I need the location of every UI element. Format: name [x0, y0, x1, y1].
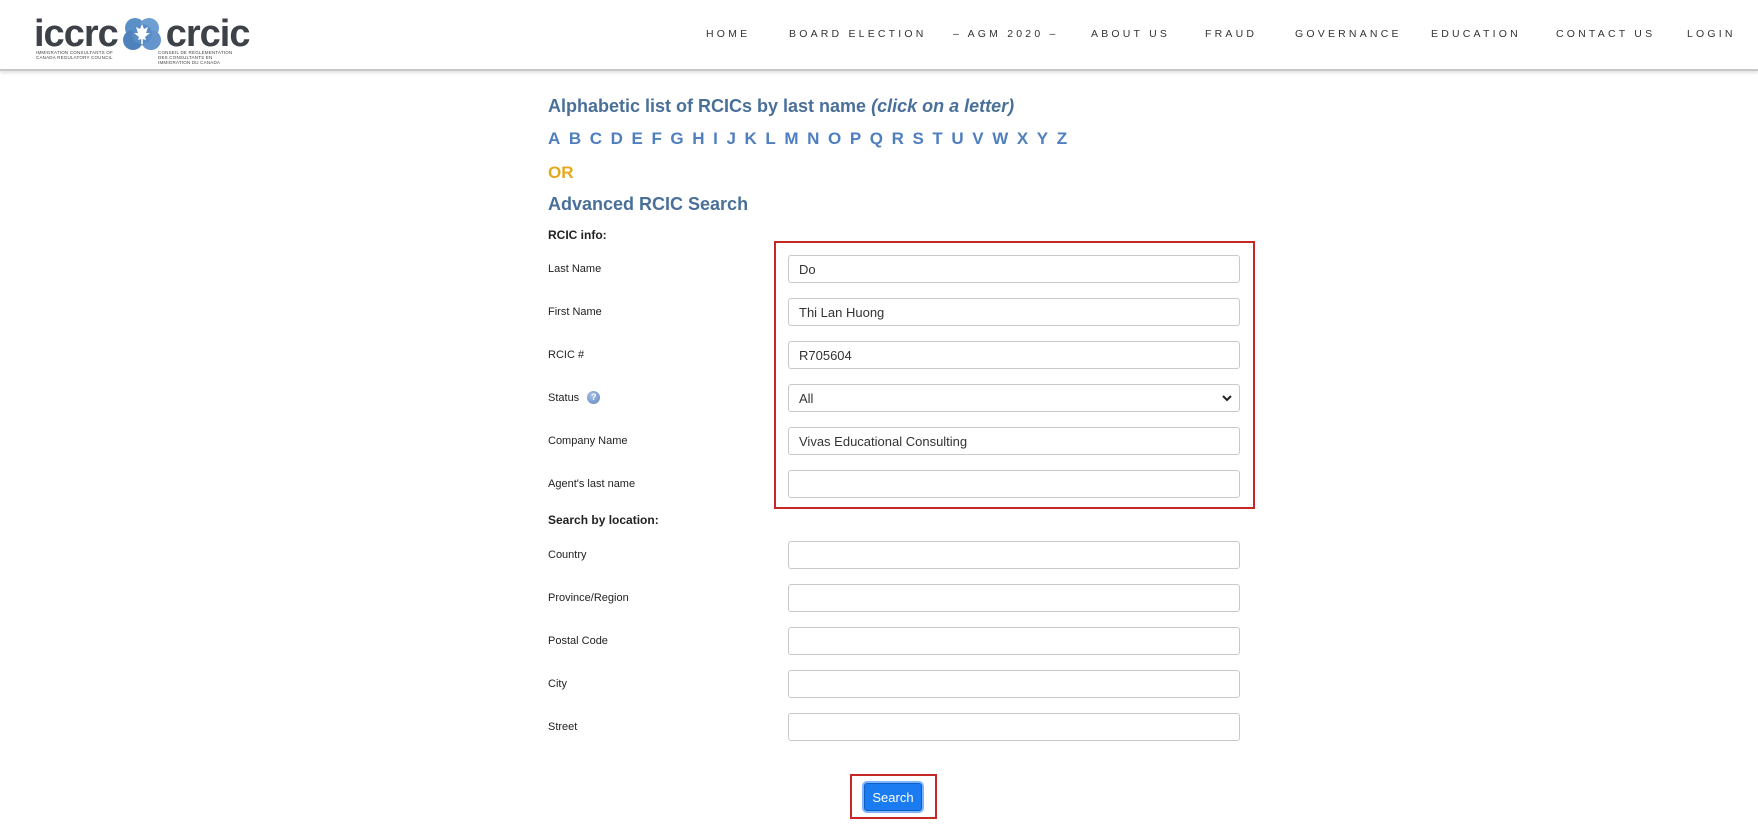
street-label: Street	[548, 721, 578, 733]
province-input[interactable]	[788, 584, 1240, 612]
city-label: City	[548, 678, 567, 690]
letter-link-d[interactable]: D	[611, 129, 623, 149]
letter-link-s[interactable]: S	[912, 129, 923, 149]
letter-link-x[interactable]: X	[1017, 129, 1028, 149]
letter-link-k[interactable]: K	[745, 129, 757, 149]
nav-contact-us[interactable]: CONTACT US	[1556, 28, 1655, 40]
letter-link-y[interactable]: Y	[1037, 129, 1048, 149]
letter-link-p[interactable]: P	[850, 129, 861, 149]
nav-login[interactable]: LOGIN	[1687, 28, 1736, 40]
nav-board-election[interactable]: BOARD ELECTION	[789, 28, 927, 40]
country-label: Country	[548, 549, 587, 561]
status-label: Status	[548, 391, 580, 404]
letter-link-n[interactable]: N	[807, 129, 819, 149]
company-name-label: Company Name	[548, 435, 628, 447]
or-divider: OR	[548, 163, 574, 182]
letter-link-t[interactable]: T	[932, 129, 942, 149]
logo-subtitle-en: IMMIGRATION CONSULTANTS OF CANADA REGULA…	[36, 50, 113, 60]
nav-about-us[interactable]: ABOUT US	[1091, 28, 1170, 40]
advanced-search-title: Advanced RCIC Search	[548, 194, 749, 214]
letter-link-j[interactable]: J	[726, 129, 735, 149]
letter-link-g[interactable]: G	[670, 129, 683, 149]
letter-index: A B C D E F G H I J K L M N O P Q R S T …	[548, 129, 1076, 149]
letter-link-i[interactable]: I	[713, 129, 718, 149]
letter-link-c[interactable]: C	[590, 129, 602, 149]
letter-link-f[interactable]: F	[651, 129, 661, 149]
rcic-info-label: RCIC info:	[548, 228, 607, 242]
letter-link-w[interactable]: W	[992, 129, 1008, 149]
search-button[interactable]: Search	[864, 783, 922, 811]
postal-code-input[interactable]	[788, 627, 1240, 655]
site-header: iccrc crcic IMMIGRATION CONSULTANTS OF C…	[0, 0, 1758, 71]
letter-link-m[interactable]: M	[784, 129, 798, 149]
main-nav: HOME BOARD ELECTION – AGM 2020 – ABOUT U…	[0, 28, 1758, 44]
letter-link-b[interactable]: B	[569, 129, 581, 149]
postal-code-label: Postal Code	[548, 635, 608, 647]
letter-link-z[interactable]: Z	[1057, 129, 1067, 149]
letter-link-v[interactable]: V	[972, 129, 983, 149]
alphabetic-list-hint: (click on a letter)	[871, 96, 1015, 116]
letter-link-a[interactable]: A	[548, 129, 560, 149]
nav-governance[interactable]: GOVERNANCE	[1295, 28, 1402, 40]
nav-agm-2020[interactable]: – AGM 2020 –	[953, 28, 1059, 40]
alphabetic-list-title: Alphabetic list of RCICs by last name (c…	[548, 96, 1015, 116]
letter-link-e[interactable]: E	[632, 129, 643, 149]
first-name-label: First Name	[548, 306, 602, 318]
city-input[interactable]	[788, 670, 1240, 698]
last-name-label: Last Name	[548, 263, 602, 275]
search-by-location-label: Search by location:	[548, 513, 659, 527]
nav-education[interactable]: EDUCATION	[1431, 28, 1521, 40]
help-icon[interactable]: ?	[587, 391, 601, 404]
rcic-info-highlight-box	[774, 241, 1255, 509]
letter-link-o[interactable]: O	[828, 129, 841, 149]
province-label: Province/Region	[548, 592, 629, 604]
letter-link-q[interactable]: Q	[870, 129, 883, 149]
nav-fraud[interactable]: FRAUD	[1205, 28, 1257, 40]
letter-link-r[interactable]: R	[892, 129, 904, 149]
street-input[interactable]	[788, 713, 1240, 741]
agent-last-name-label: Agent's last name	[548, 478, 636, 490]
letter-link-h[interactable]: H	[692, 129, 704, 149]
logo-subtitle-fr: CONSEIL DE RÉGLEMENTATION DES CONSULTANT…	[158, 50, 233, 65]
letter-link-u[interactable]: U	[951, 129, 963, 149]
letter-link-l[interactable]: L	[765, 129, 775, 149]
nav-home[interactable]: HOME	[706, 28, 750, 40]
status-label-row: Status ?	[548, 391, 601, 404]
rcic-number-label: RCIC #	[548, 349, 585, 361]
country-input[interactable]	[788, 541, 1240, 569]
